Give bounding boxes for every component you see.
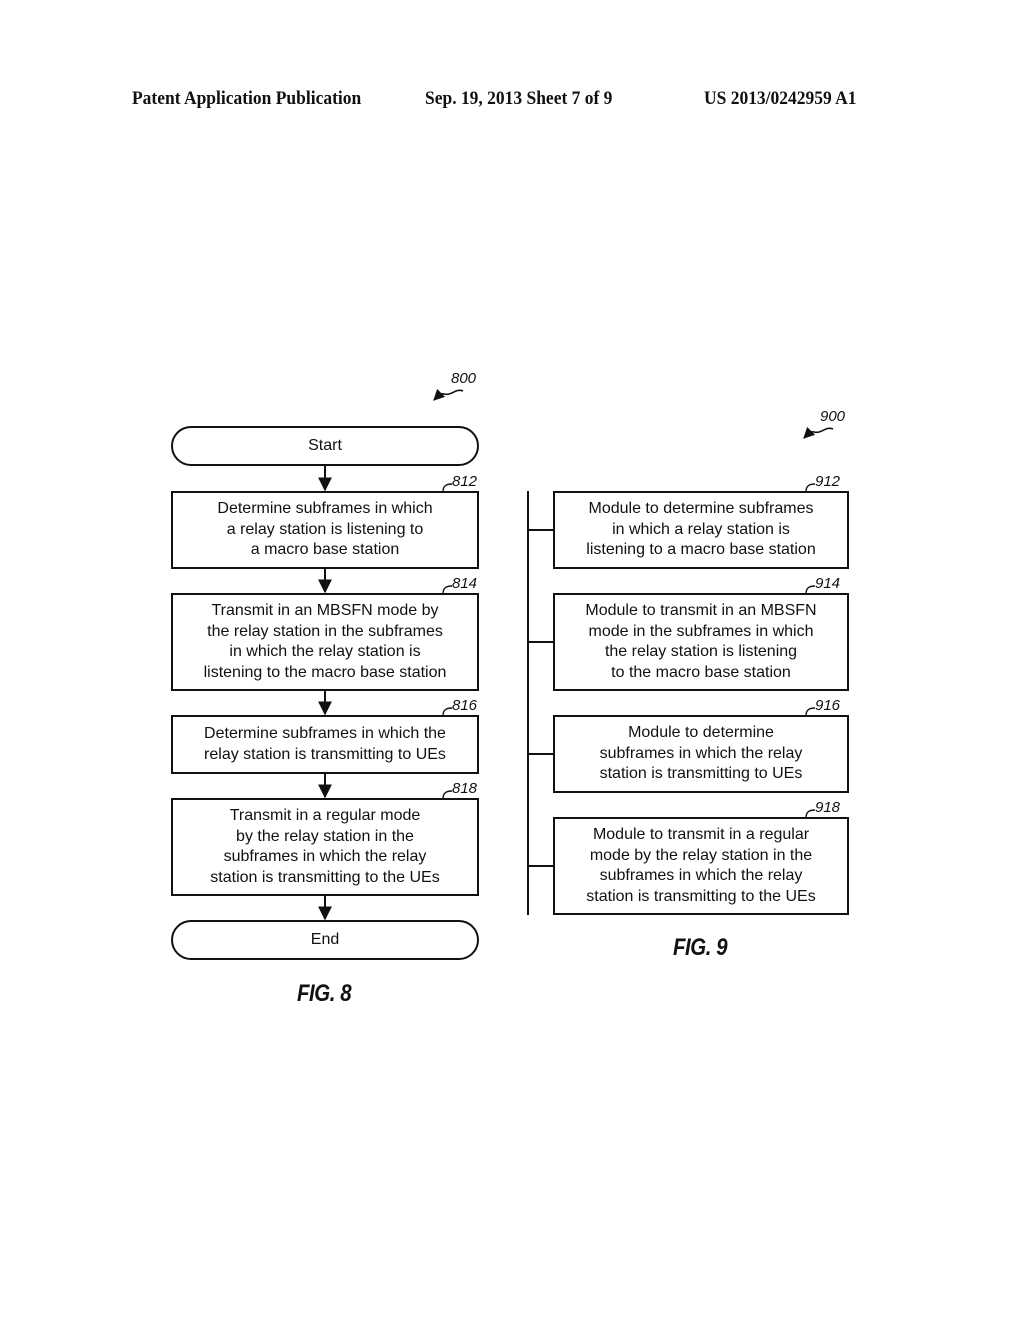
ref-912: 912 bbox=[815, 473, 841, 490]
ref-818-leader bbox=[442, 790, 453, 800]
ref-918: 918 bbox=[815, 799, 841, 816]
ref-814-leader bbox=[442, 585, 453, 595]
ref-914-leader bbox=[805, 585, 816, 595]
ref-916: 916 bbox=[815, 697, 841, 714]
step-818: Transmit in a regular mode by the relay … bbox=[210, 807, 440, 886]
module-918: Module to transmit in a regular mode by … bbox=[586, 826, 816, 905]
ref-816: 816 bbox=[452, 697, 478, 714]
ref-812: 812 bbox=[452, 473, 478, 490]
ref-814: 814 bbox=[452, 575, 478, 592]
ref-914: 914 bbox=[815, 575, 841, 592]
ref-800-arrow bbox=[433, 388, 464, 401]
end-terminal: End bbox=[310, 930, 340, 948]
fig-9-label: FIG. 9 bbox=[673, 934, 728, 961]
ref-918-leader bbox=[805, 809, 816, 819]
start-terminal: Start bbox=[308, 436, 342, 454]
diagram-lines bbox=[171, 388, 849, 960]
step-816: Determine subframes in which the relay s… bbox=[204, 725, 446, 763]
module-914: Module to transmit in an MBSFN mode in t… bbox=[585, 602, 817, 681]
ref-800: 800 bbox=[451, 370, 477, 387]
ref-816-leader bbox=[442, 707, 453, 717]
step-814: Transmit in an MBSFN mode by the relay s… bbox=[203, 602, 447, 681]
ref-900-arrow bbox=[803, 426, 834, 439]
ref-900: 900 bbox=[820, 408, 846, 425]
ref-912-leader bbox=[805, 483, 816, 493]
ref-812-leader bbox=[442, 483, 453, 493]
ref-916-leader bbox=[805, 707, 816, 717]
module-916: Module to determine subframes in which t… bbox=[599, 724, 803, 783]
module-912: Module to determine subframes in which a… bbox=[586, 500, 816, 559]
fig-8-label: FIG. 8 bbox=[297, 980, 352, 1007]
step-812: Determine subframes in which a relay sta… bbox=[217, 500, 433, 559]
ref-818: 818 bbox=[452, 780, 478, 797]
